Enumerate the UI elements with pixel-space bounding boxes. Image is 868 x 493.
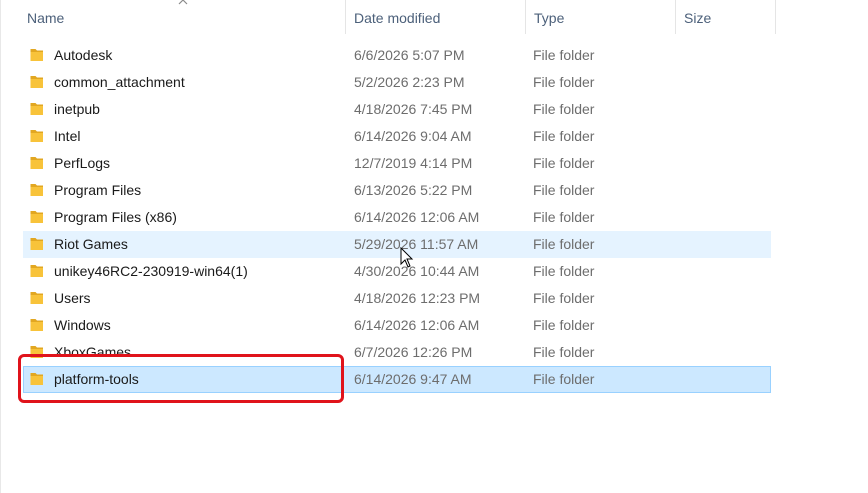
file-date-modified: 6/14/2026 9:04 AM bbox=[354, 128, 472, 144]
file-row[interactable]: platform-tools 6/14/2026 9:47 AM File fold… bbox=[23, 366, 771, 393]
file-row[interactable]: XboxGames 6/7/2026 12:26 PM File folder bbox=[23, 339, 771, 366]
file-date-modified: 4/30/2026 10:44 AM bbox=[354, 263, 480, 279]
file-type: File folder bbox=[533, 182, 595, 198]
file-date-modified: 6/14/2026 12:06 AM bbox=[354, 317, 480, 333]
folder-icon bbox=[30, 211, 43, 223]
file-name: inetpub bbox=[54, 101, 100, 117]
file-row[interactable]: inetpub 4/18/2026 7:45 PM File folder bbox=[23, 96, 771, 123]
file-date-modified: 4/18/2026 7:45 PM bbox=[354, 101, 473, 117]
folder-icon bbox=[30, 49, 43, 61]
file-name: unikey46RC2-230919-win64(1) bbox=[54, 263, 248, 279]
file-date-modified: 5/2/2026 2:23 PM bbox=[354, 74, 465, 90]
file-row[interactable]: Program Files 6/13/2026 5:22 PM File folde… bbox=[23, 177, 771, 204]
folder-icon bbox=[30, 373, 43, 385]
file-row[interactable]: common_attachment 5/2/2026 2:23 PM File fo… bbox=[23, 69, 771, 96]
file-type: File folder bbox=[533, 317, 595, 333]
folder-icon bbox=[30, 130, 43, 142]
folder-icon bbox=[30, 346, 43, 358]
file-date-modified: 6/7/2026 12:26 PM bbox=[354, 344, 473, 360]
file-type: File folder bbox=[533, 371, 595, 387]
column-header-size[interactable]: Size bbox=[676, 0, 776, 34]
file-type: File folder bbox=[533, 344, 595, 360]
file-name: platform-tools bbox=[54, 371, 139, 387]
folder-icon bbox=[30, 184, 43, 196]
file-row[interactable]: PerfLogs 12/7/2019 4:14 PM File folder bbox=[23, 150, 771, 177]
file-type: File folder bbox=[533, 47, 595, 63]
folder-icon bbox=[30, 292, 43, 304]
column-header-date-modified[interactable]: Date modified bbox=[346, 0, 526, 34]
column-header-name[interactable]: Name bbox=[19, 0, 346, 34]
file-row[interactable]: Riot Games 5/29/2026 11:57 AM File folder bbox=[23, 231, 771, 258]
file-type: File folder bbox=[533, 101, 595, 117]
file-date-modified: 5/29/2026 11:57 AM bbox=[354, 236, 479, 252]
file-date-modified: 6/14/2026 12:06 AM bbox=[354, 209, 480, 225]
folder-icon bbox=[30, 238, 43, 250]
file-name: Autodesk bbox=[54, 47, 113, 63]
file-type: File folder bbox=[533, 236, 595, 252]
file-row[interactable]: Autodesk 6/6/2026 5:07 PM File folder bbox=[23, 42, 771, 69]
file-name: Intel bbox=[54, 128, 81, 144]
column-header-type[interactable]: Type bbox=[526, 0, 676, 34]
file-name: Users bbox=[54, 290, 91, 306]
file-row[interactable]: Program Files (x86) 6/14/2026 12:06 AM Fil… bbox=[23, 204, 771, 231]
file-name: Program Files (x86) bbox=[54, 209, 177, 225]
file-date-modified: 6/6/2026 5:07 PM bbox=[354, 47, 465, 63]
file-type: File folder bbox=[533, 263, 595, 279]
file-date-modified: 6/14/2026 9:47 AM bbox=[354, 371, 472, 387]
file-row[interactable]: Windows 6/14/2026 12:06 AM File folder bbox=[23, 312, 771, 339]
file-type: File folder bbox=[533, 155, 595, 171]
file-name: common_attachment bbox=[54, 74, 185, 90]
file-name: PerfLogs bbox=[54, 155, 111, 171]
folder-icon bbox=[30, 319, 43, 331]
file-type: File folder bbox=[533, 290, 595, 306]
column-header-bar: Name Date modified Type Size bbox=[1, 0, 776, 36]
file-name: Riot Games bbox=[54, 236, 128, 252]
folder-icon bbox=[30, 265, 43, 277]
file-type: File folder bbox=[533, 128, 595, 144]
file-name: XboxGames bbox=[54, 344, 132, 360]
file-date-modified: 6/13/2026 5:22 PM bbox=[354, 182, 473, 198]
folder-icon bbox=[30, 103, 43, 115]
folder-icon bbox=[30, 76, 43, 88]
file-name: Program Files bbox=[54, 182, 142, 198]
file-explorer-window: Name Date modified Type Size Autodesk 6/6… bbox=[0, 0, 868, 493]
file-date-modified: 12/7/2019 4:14 PM bbox=[354, 155, 473, 171]
file-type: File folder bbox=[533, 74, 595, 90]
file-row[interactable]: Intel 6/14/2026 9:04 AM File folder bbox=[23, 123, 771, 150]
file-row[interactable]: Users 4/18/2026 12:23 PM File folder bbox=[23, 285, 771, 312]
file-date-modified: 4/18/2026 12:23 PM bbox=[354, 290, 481, 306]
file-name: Windows bbox=[54, 317, 111, 333]
file-row[interactable]: unikey46RC2-230919-win64(1) 4/30/2026 10:… bbox=[23, 258, 771, 285]
file-type: File folder bbox=[533, 209, 595, 225]
folder-icon bbox=[30, 157, 43, 169]
